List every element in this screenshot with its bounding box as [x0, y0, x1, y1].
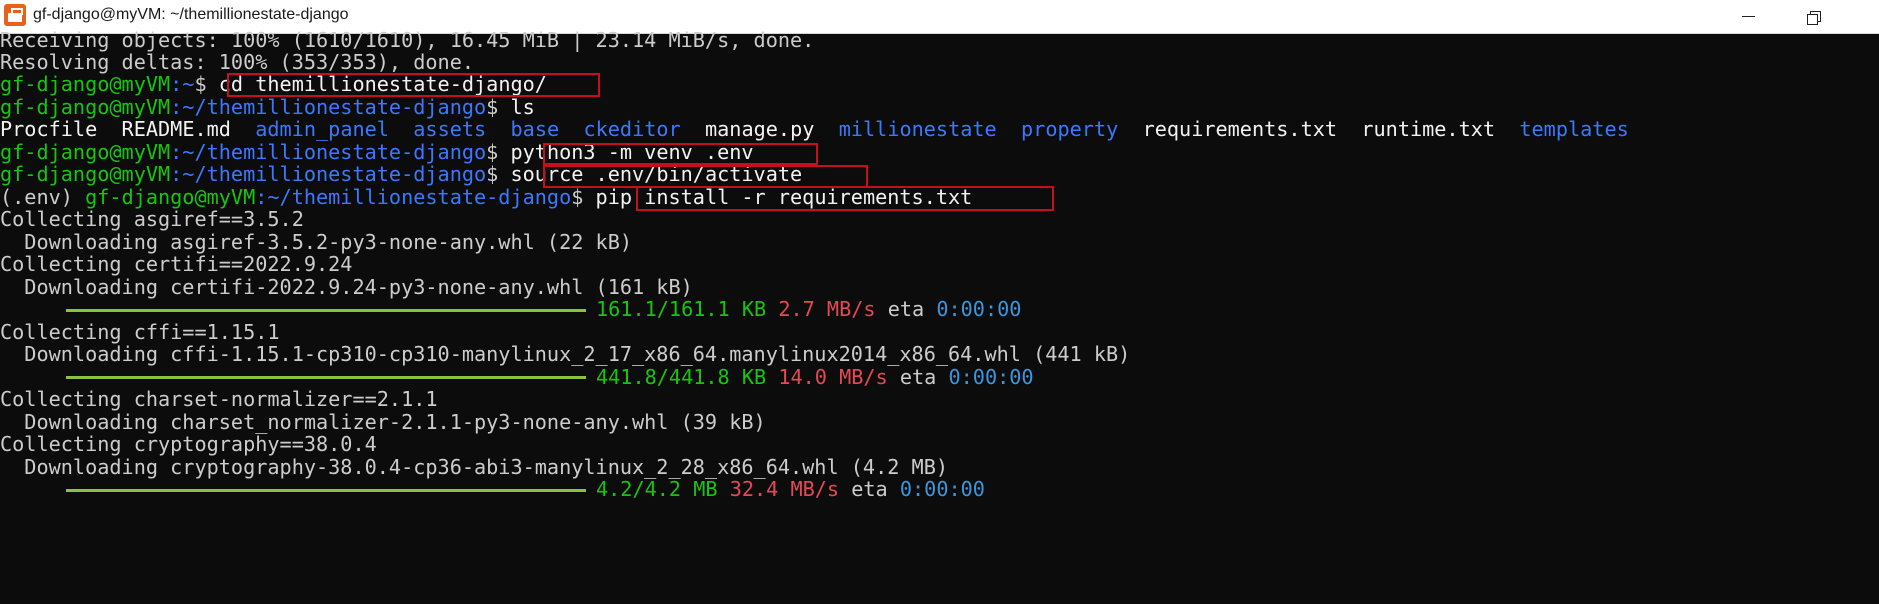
progress-stats: 4.2/4.2 MB 32.4 MB/s eta 0:00:00: [596, 476, 985, 503]
prompt-path: :~: [170, 72, 195, 96]
dir-entry: assets: [413, 117, 487, 141]
progress-bar: [66, 376, 586, 379]
command-highlight-box: [636, 186, 1054, 211]
terminal-output[interactable]: Receiving objects: 100% (1610/1610), 16.…: [0, 28, 1879, 604]
dir-entry: property: [1021, 117, 1119, 141]
progress-eta: 0:00:00: [899, 477, 985, 501]
progress-eta-label: eta: [851, 477, 888, 501]
progress-eta-label: eta: [899, 365, 937, 389]
dir-entry: templates: [1519, 117, 1629, 141]
terminal-app-icon: [4, 4, 26, 26]
dir-entry: millionestate: [838, 117, 997, 141]
progress-bar: [66, 489, 586, 492]
progress-stats: 441.8/441.8 KB 14.0 MB/s eta 0:00:00: [596, 364, 1034, 391]
prompt-dollar: $: [571, 185, 584, 209]
prompt-user-host: gf-django@myVM: [0, 72, 171, 96]
progress-speed: 2.7 MB/s: [778, 297, 876, 321]
progress-speed: 14.0 MB/s: [778, 365, 888, 389]
terminal-line: Downloading certifi-2022.9.24-py3-none-a…: [0, 275, 693, 299]
progress-eta-label: eta: [887, 297, 925, 321]
prompt-path: :~/themillionestate-django: [170, 162, 487, 186]
progress-size: 4.2/4.2 MB: [596, 477, 718, 501]
progress-bar: [66, 309, 586, 312]
file-entry: runtime.txt: [1361, 117, 1496, 141]
prompt-dollar: $: [486, 162, 499, 186]
command-highlight-box: [543, 143, 818, 165]
command-highlight-box: [227, 73, 600, 97]
file-entry: requirements.txt: [1142, 117, 1338, 141]
minimize-button[interactable]: [1718, 0, 1778, 33]
dir-entry: admin_panel: [255, 117, 389, 141]
file-entry: README.md: [121, 117, 231, 141]
prompt-user-host: gf-django@myVM: [0, 162, 171, 186]
progress-eta: 0:00:00: [936, 297, 1022, 321]
progress-eta: 0:00:00: [948, 365, 1034, 389]
file-entry: manage.py: [705, 117, 815, 141]
progress-size: 441.8/441.8 KB: [596, 365, 767, 389]
window-title: gf-django@myVM: ~/themillionestate-djang…: [33, 6, 349, 23]
restore-button[interactable]: [1783, 0, 1843, 33]
progress-speed: 32.4 MB/s: [729, 477, 840, 501]
prompt-dollar: $: [194, 72, 207, 96]
progress-stats: 161.1/161.1 KB 2.7 MB/s eta 0:00:00: [596, 296, 1021, 323]
dir-entry: ckeditor: [583, 117, 681, 141]
file-entry: Procfile: [0, 117, 98, 141]
dir-entry: base: [510, 117, 560, 141]
progress-size: 161.1/161.1 KB: [596, 297, 767, 321]
command-highlight-box: [543, 165, 868, 188]
